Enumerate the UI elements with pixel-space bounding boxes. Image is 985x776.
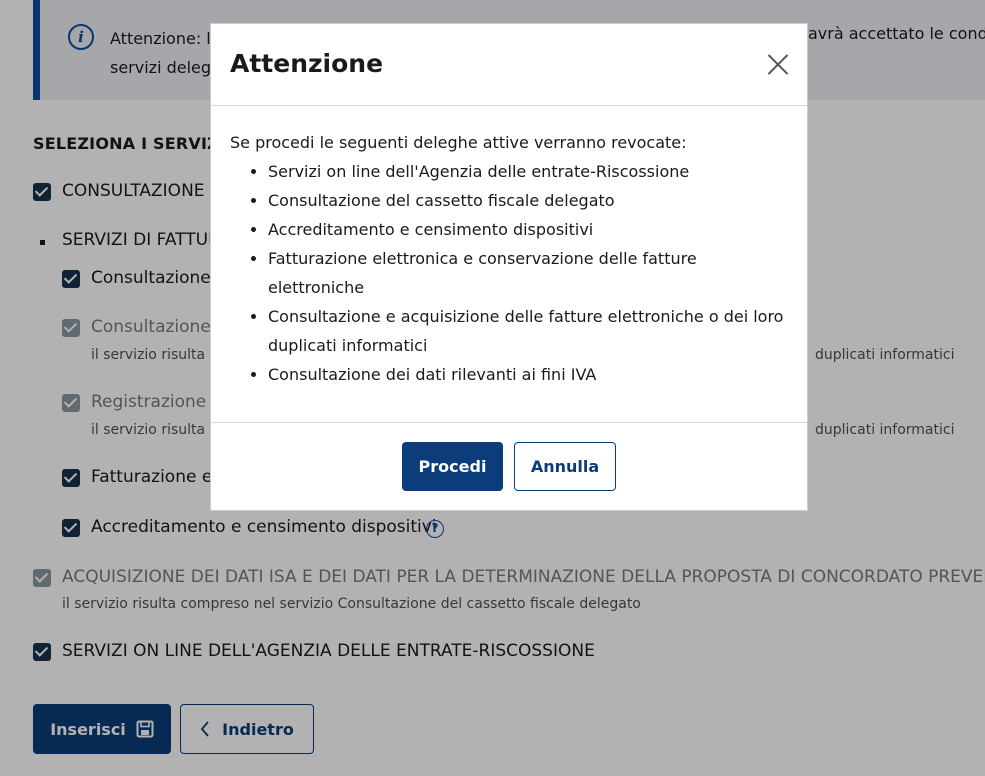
list-item: Consultazione del cassetto fiscale deleg… xyxy=(268,186,795,215)
revoked-list: Servizi on line dell'Agenzia delle entra… xyxy=(230,157,795,389)
modal-header: Attenzione xyxy=(211,24,807,106)
list-item: Accreditamento e censimento dispositivi xyxy=(268,215,795,244)
list-item: Servizi on line dell'Agenzia delle entra… xyxy=(268,157,795,186)
close-icon[interactable] xyxy=(767,53,789,75)
cancel-button[interactable]: Annulla xyxy=(514,442,616,491)
modal-title: Attenzione xyxy=(230,49,384,78)
modal-body: Se procedi le seguenti deleghe attive ve… xyxy=(230,128,795,389)
modal-intro: Se procedi le seguenti deleghe attive ve… xyxy=(230,133,687,152)
list-item: Consultazione e acquisizione delle fattu… xyxy=(268,302,795,360)
page: i Attenzione: l servizi deleg avrà accet… xyxy=(0,0,985,776)
modal-footer: Procedi Annulla xyxy=(211,422,807,512)
confirm-button[interactable]: Procedi xyxy=(402,442,503,491)
list-item: Consultazione dei dati rilevanti ai fini… xyxy=(268,360,795,389)
list-item: Fatturazione elettronica e conservazione… xyxy=(268,244,795,302)
modal-dialog: Attenzione Se procedi le seguenti delegh… xyxy=(210,23,808,511)
